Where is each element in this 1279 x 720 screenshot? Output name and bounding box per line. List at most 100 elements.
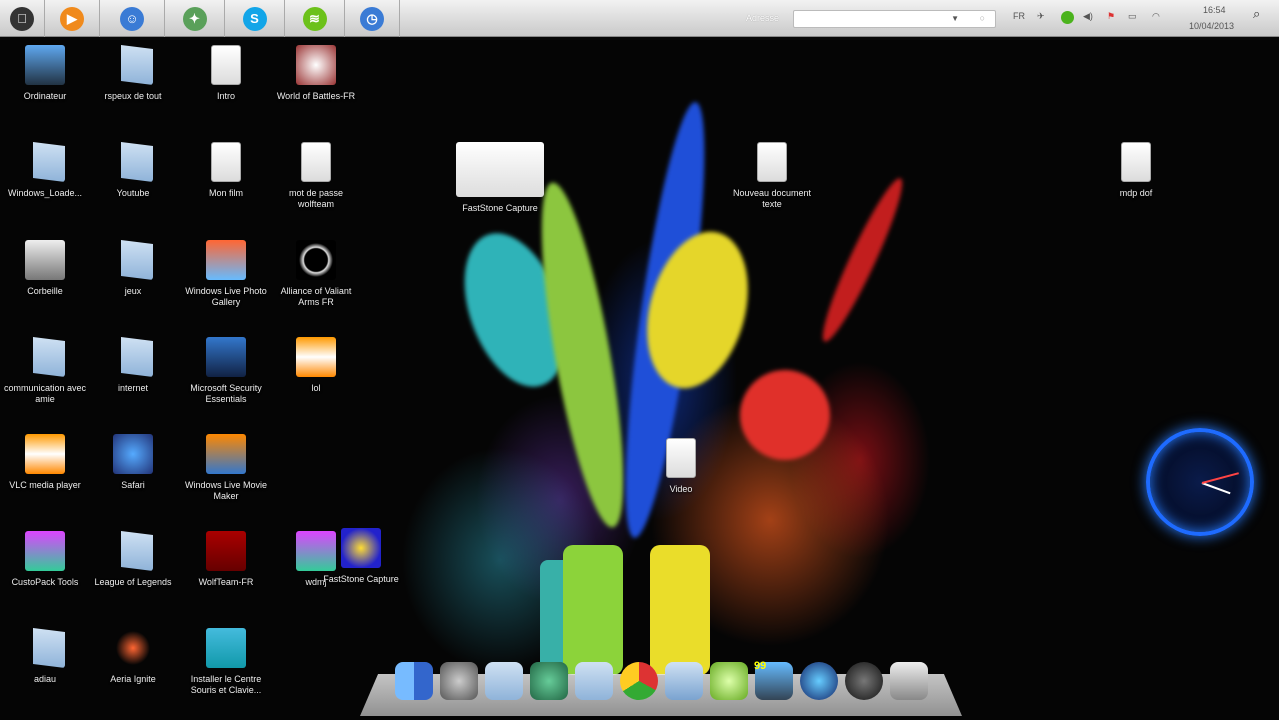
top-menubar: ▶☺✦S≋◷ Adresse ▼○ FR ✈ ◀) ⚑ ▭ ◠ 16:54 1… (0, 0, 1279, 37)
desktop-icon[interactable]: CustoPack Tools (0, 531, 90, 588)
folder-icon (33, 628, 65, 668)
monitor-icon (25, 45, 65, 85)
flag-icon[interactable]: ⚑ (1107, 11, 1115, 22)
desktop-icon[interactable]: jeux (88, 240, 178, 297)
trash-icon (25, 240, 65, 280)
desktop-icon[interactable]: Nouveau document texte (727, 142, 817, 210)
desktop-icon-label: communication avec amie (3, 383, 87, 404)
mse-icon (206, 337, 246, 377)
desktop-icon[interactable]: WolfTeam-FR (181, 531, 271, 588)
dock-music-folder-icon[interactable] (665, 662, 703, 700)
maps-icon: ✦ (182, 6, 207, 31)
desktop-icon-label: Ordinateur (23, 91, 67, 101)
desktop-icon[interactable]: Youtube (88, 142, 178, 199)
finder-button[interactable]: ☺ (100, 0, 165, 37)
folder-icon (121, 531, 153, 571)
desktop-icon[interactable]: Alliance of Valiant Arms FR (271, 240, 361, 308)
desktop-icon[interactable]: rspeux de tout (88, 45, 178, 102)
dock-system-preferences-icon[interactable] (440, 662, 478, 700)
maps-button[interactable]: ✦ (165, 0, 225, 37)
safari-icon (113, 434, 153, 474)
spotify-tray-icon[interactable] (1061, 11, 1074, 24)
desktop-icon[interactable]: Ordinateur (0, 45, 90, 102)
ava-icon (296, 240, 336, 280)
dock-dashboard-icon[interactable] (845, 662, 883, 700)
desktop-icon-label: jeux (124, 286, 142, 296)
clock-time[interactable]: 16:54 (1203, 5, 1226, 15)
clock-app-button[interactable]: ◷ (345, 0, 400, 37)
desktop-icon[interactable]: Windows Live Movie Maker (181, 434, 271, 502)
battery-icon[interactable]: ▭ (1128, 11, 1137, 22)
search-icon[interactable]: ⌕ (1253, 6, 1260, 22)
desktop-icon-label: Windows Live Photo Gallery (185, 286, 267, 307)
desktop-icon-label: Alliance of Valiant Arms FR (280, 286, 352, 307)
dock-aeria-icon[interactable] (710, 662, 748, 700)
dock-messenger-icon[interactable] (530, 662, 568, 700)
language-indicator[interactable]: FR (1013, 11, 1025, 21)
desktop-icon[interactable]: World of Battles-FR (271, 45, 361, 102)
desktop-icon-label: Corbeille (27, 286, 63, 296)
dock-chrome-icon[interactable] (620, 662, 658, 700)
clock-widget[interactable] (1146, 428, 1254, 536)
folder-icon (121, 240, 153, 280)
desktop-icon[interactable]: FastStone Capture (316, 528, 406, 585)
finder-icon: ☺ (120, 6, 144, 31)
desktop-icon-label: Intro (216, 91, 235, 101)
desktop-icon[interactable]: lol (271, 337, 361, 394)
dock-folder-icon[interactable] (485, 662, 523, 700)
dock-trash-icon[interactable] (890, 662, 928, 700)
aeria-icon (113, 628, 153, 668)
desktop-icon-label: internet (117, 383, 149, 393)
media-player-icon: ▶ (60, 6, 84, 31)
airplane-icon[interactable]: ✈ (1037, 11, 1045, 22)
desktop-icon-label: Nouveau document texte (732, 188, 812, 209)
desktop-icon[interactable]: adiau (0, 628, 90, 685)
apple-button[interactable]:  (0, 0, 45, 37)
dock-finder-icon[interactable] (395, 662, 433, 700)
desktop-icon[interactable]: VLC media player (0, 434, 90, 491)
desktop-icon[interactable]: League of Legends (88, 531, 178, 588)
desktop-icon-label: Youtube (116, 188, 150, 198)
spotify-button[interactable]: ≋ (285, 0, 345, 37)
desktop-icon[interactable]: Video (636, 438, 726, 495)
wifi-icon[interactable]: ◠ (1152, 11, 1160, 22)
desktop-icon-label: CustoPack Tools (11, 577, 79, 587)
skype-button[interactable]: S (225, 0, 285, 37)
dropdown-icon[interactable]: ▼ (951, 14, 959, 23)
bottle-green (563, 545, 623, 675)
desktop-icon[interactable]: communication avec amie (0, 337, 90, 405)
dock-itunes-icon[interactable] (800, 662, 838, 700)
skype-icon: S (242, 6, 267, 31)
folder-icon (121, 142, 153, 182)
desktop-icon[interactable]: Mon film (181, 142, 271, 199)
desktop-icon[interactable]: mdp dof (1091, 142, 1181, 199)
address-input[interactable]: ▼ ○ (793, 10, 996, 28)
desktop-icon[interactable]: Corbeille (0, 240, 90, 297)
folder-icon (33, 142, 65, 182)
refresh-icon[interactable]: ○ (980, 13, 985, 23)
desktop-icon-label: Windows_Loade... (7, 188, 83, 198)
volume-icon[interactable]: ◀) (1083, 11, 1093, 22)
dock-folder-icon[interactable] (575, 662, 613, 700)
clock-date[interactable]: 10/04/2013 (1189, 21, 1234, 31)
clock-minute-hand (1201, 472, 1239, 484)
desktop-icon[interactable]: FastStone Capture (455, 142, 545, 214)
paint-splash-red (723, 353, 847, 477)
desktop-icon-label: lol (311, 383, 321, 393)
desktop-icon[interactable]: Intro (181, 45, 271, 102)
desktop-icon[interactable]: mot de passe wolfteam (271, 142, 361, 210)
desktop-icon[interactable]: Installer le Centre Souris et Clavie... (181, 628, 271, 696)
capture-icon (341, 528, 381, 568)
desktop-icon[interactable]: internet (88, 337, 178, 394)
desktop-icon-label: Windows Live Movie Maker (184, 480, 268, 501)
desktop-icon[interactable]: Microsoft Security Essentials (181, 337, 271, 405)
desktop-icon[interactable]: Safari (88, 434, 178, 491)
movie-icon (206, 434, 246, 474)
media-player-button[interactable]: ▶ (45, 0, 100, 37)
photo-icon (206, 240, 246, 280)
desktop-icon-label: Video (669, 484, 693, 494)
desktop-icon[interactable]: Windows Live Photo Gallery (181, 240, 271, 308)
desktop-icon[interactable]: Windows_Loade... (0, 142, 90, 199)
desktop-icon[interactable]: Aeria Ignite (88, 628, 178, 685)
wolf-icon (206, 531, 246, 571)
